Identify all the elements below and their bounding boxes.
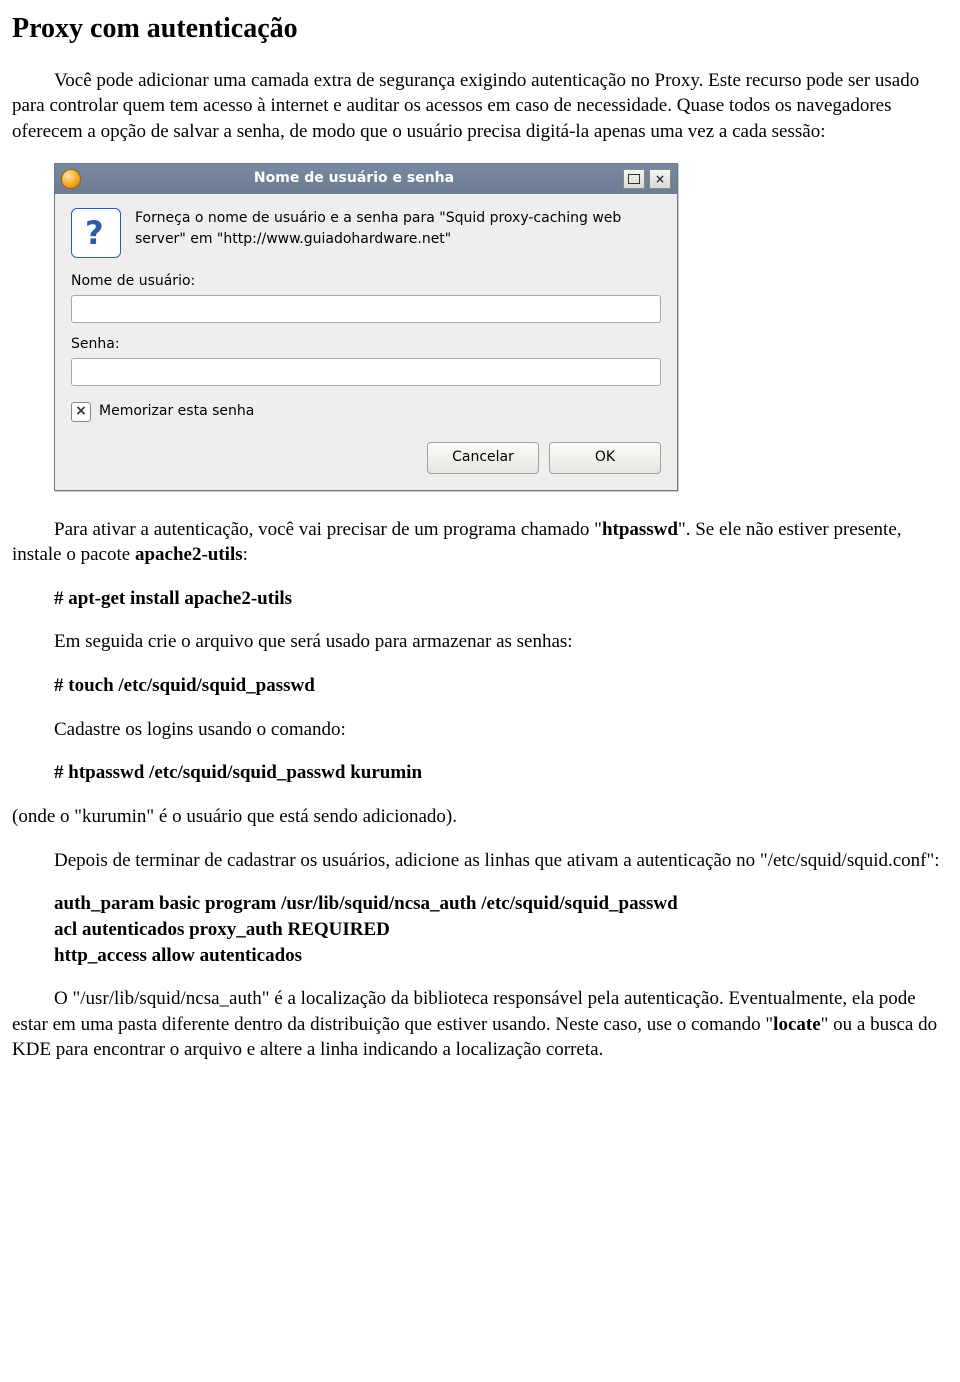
squid-conf-paragraph: Depois de terminar de cadastrar os usuár…: [12, 848, 948, 874]
ncsa-auth-paragraph: O "/usr/lib/squid/ncsa_auth" é a localiz…: [12, 986, 948, 1063]
question-icon: [71, 208, 121, 258]
dialog-body: Forneça o nome de usuário e a senha para…: [55, 194, 677, 490]
remember-label: Memorizar esta senha: [99, 402, 254, 421]
password-label: Senha:: [71, 335, 661, 354]
cancel-button[interactable]: Cancelar: [427, 442, 539, 474]
ok-button[interactable]: OK: [549, 442, 661, 474]
auth-dialog-screenshot: Nome de usuário e senha × Forneça o nome…: [54, 163, 948, 491]
conf-line-2: acl autenticados proxy_auth REQUIRED: [54, 917, 948, 943]
dialog-titlebar: Nome de usuário e senha ×: [55, 164, 677, 194]
firefox-icon: [61, 169, 81, 189]
create-file-paragraph: Em seguida crie o arquivo que será usado…: [54, 629, 948, 655]
dialog-title: Nome de usuário e senha: [89, 169, 619, 188]
register-logins-paragraph: Cadastre os logins usando o comando:: [54, 717, 948, 743]
auth-dialog: Nome de usuário e senha × Forneça o nome…: [54, 163, 678, 491]
cmd-htpasswd: # htpasswd /etc/squid/squid_passwd kurum…: [54, 760, 948, 786]
close-icon[interactable]: ×: [649, 169, 671, 189]
password-input[interactable]: [71, 358, 661, 386]
kurumin-note: (onde o "kurumin" é o usuário que está s…: [12, 804, 948, 830]
conf-line-3: http_access allow autenticados: [54, 943, 948, 969]
htpasswd-paragraph: Para ativar a autenticação, você vai pre…: [12, 517, 948, 568]
conf-line-1: auth_param basic program /usr/lib/squid/…: [54, 891, 948, 917]
maximize-icon[interactable]: [623, 169, 645, 189]
squid-conf-lines: auth_param basic program /usr/lib/squid/…: [54, 891, 948, 968]
cmd-touch: # touch /etc/squid/squid_passwd: [54, 673, 948, 699]
page-title: Proxy com autenticação: [12, 10, 948, 48]
intro-paragraph: Você pode adicionar uma camada extra de …: [12, 68, 948, 145]
remember-checkbox[interactable]: ×: [71, 402, 91, 422]
username-input[interactable]: [71, 295, 661, 323]
cmd-apt-get: # apt-get install apache2-utils: [54, 586, 948, 612]
dialog-message: Forneça o nome de usuário e a senha para…: [135, 208, 661, 258]
username-label: Nome de usuário:: [71, 272, 661, 291]
